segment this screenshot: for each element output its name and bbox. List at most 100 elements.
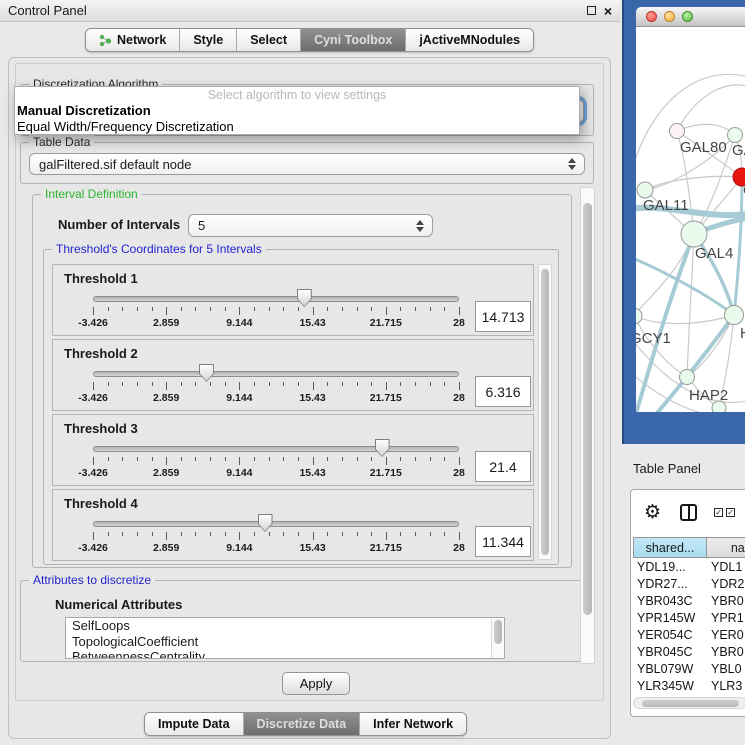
algorithm-dropdown-popup: Select algorithm to view settings Manual… <box>14 86 580 135</box>
tab-network[interactable]: Network <box>86 29 180 51</box>
node-gal4[interactable] <box>681 221 707 247</box>
table-hscrollbar[interactable] <box>633 697 745 709</box>
table-row[interactable]: YBR043CYBR0 <box>633 592 745 609</box>
zoom-window-icon[interactable] <box>682 11 693 22</box>
column-header-shared[interactable]: shared... <box>633 537 707 558</box>
slider-thumb[interactable] <box>297 289 312 307</box>
tick-mark <box>137 457 138 461</box>
tick-mark <box>415 532 416 536</box>
tab-select[interactable]: Select <box>237 29 301 51</box>
slider-track[interactable] <box>93 371 459 377</box>
table-row[interactable]: YBR045CYBR0 <box>633 643 745 660</box>
tick-mark <box>342 457 343 461</box>
scrollbar-thumb[interactable] <box>642 700 739 707</box>
threshold-value-field[interactable]: 11.344 <box>475 526 531 557</box>
menu-item-manual-discretization[interactable]: Manual Discretization <box>15 103 579 119</box>
table-row[interactable]: YDR27...YDR2 <box>633 575 745 592</box>
close-panel-icon[interactable]: × <box>604 6 612 16</box>
number-of-intervals-select[interactable]: 5 <box>188 214 433 237</box>
table-row[interactable]: YPR145WYPR1 <box>633 609 745 626</box>
node-h[interactable] <box>725 306 744 325</box>
tick-mark <box>269 382 270 386</box>
cell-shared-name: YPR145W <box>633 611 707 625</box>
slider-thumb[interactable] <box>258 514 273 532</box>
network-edge[interactable] <box>677 124 735 135</box>
slider-track[interactable] <box>93 521 459 527</box>
threshold-label: Threshold 3 <box>64 421 138 436</box>
network-edge[interactable] <box>636 74 745 177</box>
interval-definition-group: Interval Definition Number of Intervals … <box>32 194 572 568</box>
panel-scrollbar[interactable] <box>580 187 595 664</box>
tab-jactivemnodules[interactable]: jActiveMNodules <box>406 29 533 51</box>
thresholds-scrollbar[interactable] <box>538 264 552 560</box>
scrollbar-thumb[interactable] <box>494 620 502 644</box>
slider-track[interactable] <box>93 446 459 452</box>
slider-thumb[interactable] <box>199 364 214 382</box>
network-icon <box>99 34 112 47</box>
column-header-name[interactable]: name <box>707 537 745 558</box>
tick-mark <box>122 457 123 461</box>
slider-ticks <box>93 457 459 465</box>
node-gal11[interactable] <box>637 182 653 198</box>
table-row[interactable]: YIL052CYIL0 <box>633 694 745 696</box>
threshold-value-field[interactable]: 14.713 <box>475 301 531 332</box>
scale-label: 21.715 <box>370 467 402 479</box>
tab-discretize-data[interactable]: Discretize Data <box>244 713 361 735</box>
tick-mark <box>459 532 460 540</box>
node-hap2[interactable] <box>680 370 695 385</box>
tab-cyni-toolbox[interactable]: Cyni Toolbox <box>301 29 406 51</box>
cell-name: YBL0 <box>707 662 742 676</box>
table-panel-header: Table Panel <box>620 452 745 484</box>
tab-label: Style <box>193 33 223 47</box>
list-item-topologicalcoefficient[interactable]: TopologicalCoefficient <box>66 634 504 650</box>
apply-button[interactable]: Apply <box>282 672 350 695</box>
threshold-value-field[interactable]: 6.316 <box>475 376 531 407</box>
cell-shared-name: YLR345W <box>633 679 707 693</box>
tick-mark <box>108 382 109 386</box>
cell-shared-name: YER054C <box>633 628 707 642</box>
table-data-select[interactable]: galFiltered.sif default node <box>29 153 585 175</box>
list-item-selfloops[interactable]: SelfLoops <box>66 618 504 634</box>
network-edge[interactable] <box>636 315 734 324</box>
node-top-right[interactable] <box>728 128 743 143</box>
slider-track[interactable] <box>93 296 459 302</box>
close-window-icon[interactable] <box>646 11 657 22</box>
node-gcy1[interactable] <box>636 308 642 324</box>
threshold-panel-2: Threshold 2-3.4262.8599.14415.4321.71528… <box>52 339 534 411</box>
slider-thumb[interactable] <box>375 439 390 457</box>
menu-item-equal-width-frequency-discretization[interactable]: Equal Width/Frequency Discretization <box>15 119 579 135</box>
list-item-betweennesscentrality[interactable]: BetweennessCentrality <box>66 649 504 659</box>
network-edge[interactable] <box>734 177 742 315</box>
columns-icon[interactable] <box>680 504 697 521</box>
select-columns-icon[interactable]: ✓ ✓ <box>714 508 735 517</box>
threshold-label: Threshold 4 <box>64 496 138 511</box>
minimize-window-icon[interactable] <box>664 11 675 22</box>
scrollbar-thumb[interactable] <box>583 203 592 615</box>
attributes-scrollbar[interactable] <box>491 618 504 658</box>
node-gal80[interactable] <box>670 124 685 139</box>
tab-style[interactable]: Style <box>180 29 237 51</box>
tick-mark <box>195 382 196 386</box>
network-canvas[interactable]: GAL80GACGAL11GAL4GCY1HHAP2 <box>636 27 745 412</box>
network-edge[interactable] <box>636 257 734 315</box>
tab-infer-network[interactable]: Infer Network <box>360 713 466 735</box>
tick-mark <box>430 307 431 311</box>
tick-mark <box>239 382 240 390</box>
network-edge[interactable] <box>636 234 694 316</box>
tick-mark <box>357 457 358 461</box>
network-edge[interactable] <box>645 176 742 190</box>
gear-icon[interactable]: ⚙ <box>644 503 661 522</box>
tick-mark <box>444 382 445 386</box>
network-window-titlebar[interactable] <box>636 7 745 27</box>
attributes-listbox[interactable]: SelfLoopsTopologicalCoefficientBetweenne… <box>65 617 505 659</box>
table-row[interactable]: YDL19...YDL1 <box>633 558 745 575</box>
threshold-value-field[interactable]: 21.4 <box>475 451 531 482</box>
tab-impute-data[interactable]: Impute Data <box>145 713 244 735</box>
scale-label: 2.859 <box>153 467 179 479</box>
table-row[interactable]: YBL079WYBL0 <box>633 660 745 677</box>
table-row[interactable]: YER054CYER0 <box>633 626 745 643</box>
tick-mark <box>415 457 416 461</box>
float-panel-icon[interactable] <box>587 6 596 15</box>
scrollbar-thumb[interactable] <box>541 269 549 555</box>
table-row[interactable]: YLR345WYLR3 <box>633 677 745 694</box>
